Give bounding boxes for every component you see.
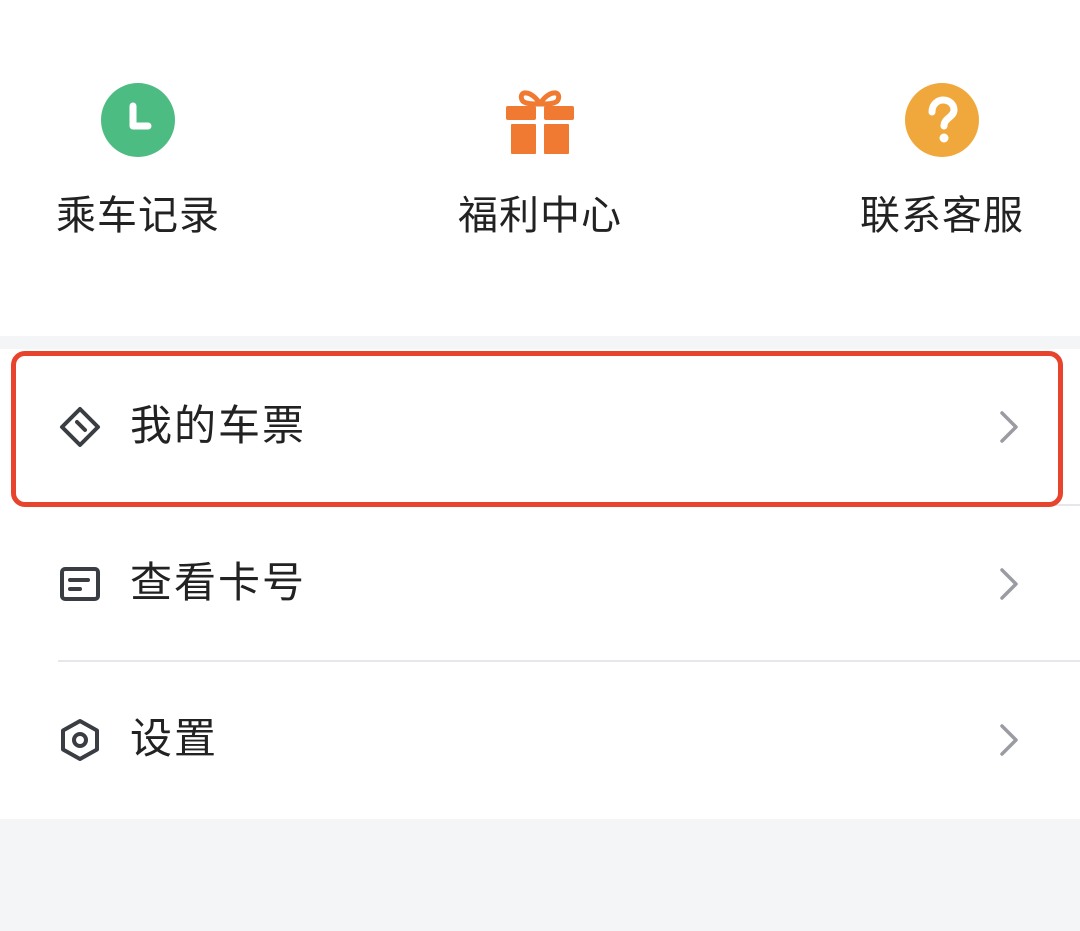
chevron-right-icon xyxy=(1000,411,1018,443)
question-icon xyxy=(905,83,979,157)
clock-icon xyxy=(101,83,175,157)
menu-item-label: 设置 xyxy=(130,714,219,763)
benefits-center-label: 福利中心 xyxy=(458,193,622,239)
benefits-center-button[interactable]: 福利中心 xyxy=(410,0,670,336)
menu-list: 我的车票 查看卡号 设置 xyxy=(0,349,1080,819)
ride-records-button[interactable]: 乘车记录 xyxy=(8,0,268,336)
menu-item-label: 查看卡号 xyxy=(130,558,307,607)
menu-item-my-tickets[interactable]: 我的车票 xyxy=(0,349,1080,504)
gift-icon xyxy=(506,90,574,154)
menu-item-view-card-number[interactable]: 查看卡号 xyxy=(0,506,1080,661)
menu-item-label: 我的车票 xyxy=(130,401,307,450)
ticket-icon xyxy=(60,407,100,447)
quick-action-panel: 乘车记录 福利中心 联系客服 xyxy=(0,0,1080,336)
settings-icon xyxy=(61,719,99,761)
menu-item-settings[interactable]: 设置 xyxy=(0,662,1080,817)
chevron-right-icon xyxy=(1000,724,1018,756)
ride-records-label: 乘车记录 xyxy=(56,193,220,239)
contact-support-label: 联系客服 xyxy=(860,193,1024,239)
card-icon xyxy=(60,567,100,601)
chevron-right-icon xyxy=(1000,568,1018,600)
contact-support-button[interactable]: 联系客服 xyxy=(812,0,1072,336)
